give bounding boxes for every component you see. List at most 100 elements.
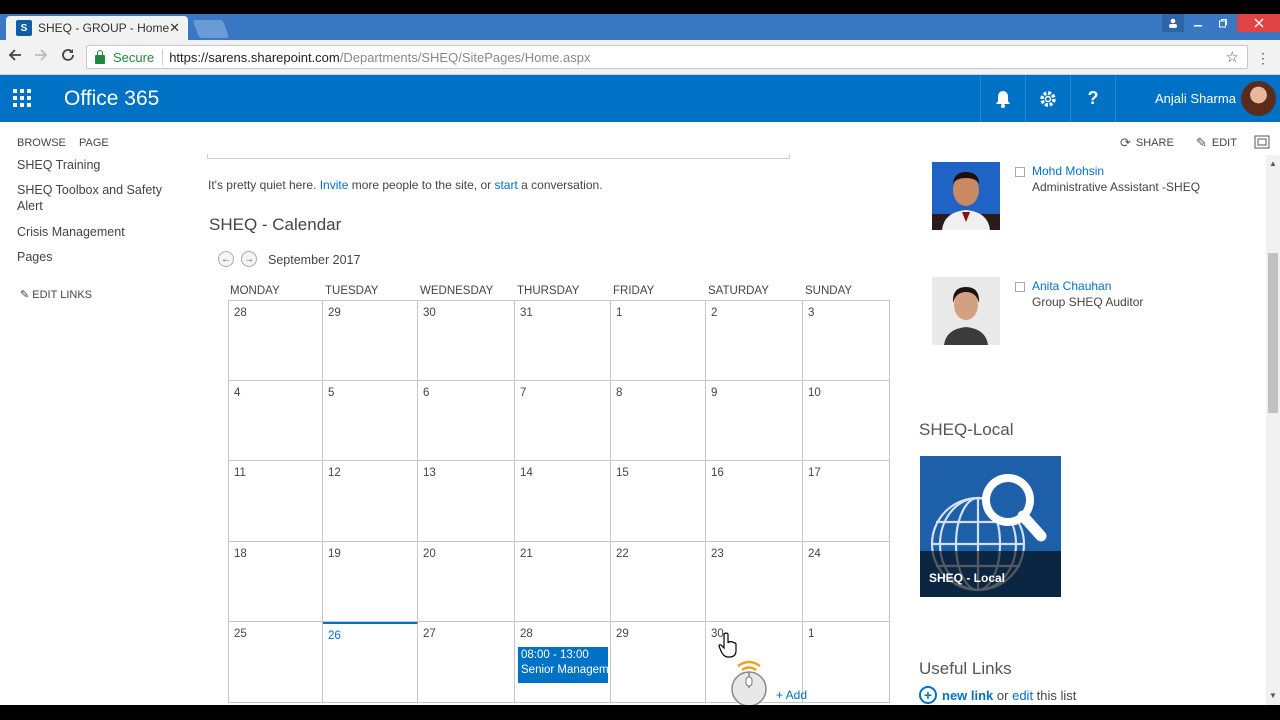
reload-icon[interactable]: [61, 48, 75, 67]
day-header-friday: FRIDAY: [613, 285, 655, 297]
calendar-day-number: 1: [616, 307, 623, 319]
settings-gear-icon[interactable]: [1025, 75, 1070, 122]
close-window-icon[interactable]: [1237, 14, 1280, 32]
app-launcher-icon[interactable]: [13, 89, 31, 107]
calendar-day-cell[interactable]: 21: [515, 541, 611, 622]
focus-on-content-icon[interactable]: [1254, 135, 1270, 149]
nav-item-sheq-training[interactable]: SHEQ Training: [17, 157, 167, 173]
calendar-day-cell[interactable]: 5: [323, 380, 418, 461]
calendar-day-cell[interactable]: 17: [803, 461, 890, 542]
notifications-bell-icon[interactable]: [980, 75, 1025, 122]
scroll-up-arrow-icon[interactable]: ▲: [1269, 159, 1277, 168]
calendar-day-cell[interactable]: 30: [418, 300, 515, 381]
new-link-link[interactable]: new link: [942, 688, 993, 703]
browser-menu-icon[interactable]: ⋮: [1256, 50, 1270, 67]
calendar-day-cell[interactable]: 8: [611, 380, 706, 461]
calendar-day-cell[interactable]: 16: [706, 461, 803, 542]
calendar-day-number: 22: [616, 547, 629, 560]
bookmark-star-icon[interactable]: ☆: [1226, 48, 1239, 66]
contact-name-2[interactable]: Anita Chauhan: [1032, 279, 1111, 293]
calendar-day-number: 21: [520, 547, 533, 560]
calendar-day-cell[interactable]: 10: [803, 380, 890, 461]
minimize-icon[interactable]: [1188, 14, 1208, 32]
nav-item-sheq-toolbox[interactable]: SHEQ Toolbox and Safety Alert: [17, 182, 167, 214]
user-avatar[interactable]: [1241, 81, 1276, 116]
calendar-day-cell[interactable]: 18: [228, 541, 323, 622]
add-event-link[interactable]: + Add: [776, 688, 807, 702]
edit-list-link[interactable]: edit: [1012, 688, 1033, 703]
calendar-day-cell[interactable]: 20: [418, 541, 515, 622]
calendar-day-number: 23: [711, 547, 724, 560]
calendar-day-cell[interactable]: 24: [803, 541, 890, 622]
invite-link[interactable]: Invite: [320, 178, 349, 192]
calendar-day-cell[interactable]: 3: [803, 300, 890, 381]
calendar-day-cell[interactable]: 1: [803, 622, 890, 703]
calendar-day-cell[interactable]: 2: [706, 300, 803, 381]
edit-links-button[interactable]: ✎ EDIT LINKS: [20, 288, 92, 301]
calendar-day-cell[interactable]: 28: [228, 300, 323, 381]
contact-name-1[interactable]: Mohd Mohsin: [1032, 164, 1104, 178]
office365-brand[interactable]: Office 365: [64, 87, 159, 111]
this-list-text: this list: [1033, 687, 1077, 703]
calendar-day-cell[interactable]: 26: [323, 622, 418, 703]
user-name[interactable]: Anjali Sharma: [1155, 91, 1236, 106]
tab-title: SHEQ - GROUP - Home: [38, 21, 170, 35]
start-link[interactable]: start: [494, 178, 517, 192]
calendar-event[interactable]: 08:00 - 13:00 Senior Managem: [517, 646, 609, 684]
ribbon-tab-page[interactable]: PAGE: [79, 137, 109, 149]
help-icon[interactable]: ?: [1070, 75, 1115, 122]
calendar-day-cell[interactable]: 6: [418, 380, 515, 461]
calendar-day-cell[interactable]: 23: [706, 541, 803, 622]
calendar-day-cell[interactable]: 7: [515, 380, 611, 461]
address-bar[interactable]: Secure https://sarens.sharepoint.com /De…: [86, 45, 1248, 69]
contact-photo-1[interactable]: [932, 162, 1000, 235]
next-month-arrow-icon[interactable]: →: [241, 251, 257, 267]
nav-item-crisis-management[interactable]: Crisis Management: [17, 224, 167, 240]
back-arrow-icon[interactable]: [8, 48, 22, 67]
ribbon-tab-browse[interactable]: BROWSE: [17, 137, 66, 149]
calendar-day-cell[interactable]: 4: [228, 380, 323, 461]
share-button[interactable]: ⟳ SHARE: [1120, 135, 1174, 151]
browser-tab[interactable]: S SHEQ - GROUP - Home ✕: [6, 16, 188, 40]
calendar-day-cell[interactable]: 29: [611, 622, 706, 703]
event-title: Senior Managem: [521, 664, 609, 676]
calendar-day-number: 8: [616, 386, 623, 399]
calendar-title[interactable]: SHEQ - Calendar: [209, 215, 341, 235]
calendar-day-cell[interactable]: 15: [611, 461, 706, 542]
calendar-day-cell[interactable]: 14: [515, 461, 611, 542]
sheq-local-tile[interactable]: SHEQ - Local: [920, 456, 1061, 597]
calendar-day-cell[interactable]: 9: [706, 380, 803, 461]
restore-icon[interactable]: [1213, 14, 1233, 32]
calendar-day-cell[interactable]: 29: [323, 300, 418, 381]
edit-links-label: EDIT LINKS: [32, 289, 92, 301]
calendar-day-number: 16: [711, 467, 724, 479]
mouse-click-indicator-icon: [731, 660, 767, 706]
useful-links-title: Useful Links: [919, 659, 1012, 678]
edit-button[interactable]: ✎ EDIT: [1196, 135, 1237, 151]
prev-month-arrow-icon[interactable]: ←: [218, 251, 234, 267]
add-link-plus-icon[interactable]: +: [919, 686, 937, 704]
new-tab-button[interactable]: [192, 20, 230, 38]
tab-close-icon[interactable]: ✕: [169, 20, 180, 36]
profile-icon[interactable]: [1162, 14, 1184, 32]
calendar-day-number: 5: [328, 386, 335, 399]
calendar-day-cell[interactable]: 31: [515, 300, 611, 381]
scrollbar-thumb[interactable]: [1268, 253, 1278, 413]
contact-photo-2[interactable]: [932, 277, 1000, 350]
page-scrollbar[interactable]: ▲ ▼: [1266, 155, 1280, 705]
calendar-day-cell[interactable]: 19: [323, 541, 418, 622]
calendar-day-number: 20: [423, 547, 436, 560]
newsfeed-box[interactable]: [207, 154, 790, 159]
calendar-day-cell[interactable]: 13: [418, 461, 515, 542]
calendar-day-cell[interactable]: 12: [323, 461, 418, 542]
forward-arrow-icon[interactable]: [34, 48, 48, 67]
calendar-day-cell[interactable]: 11: [228, 461, 323, 542]
nav-item-pages[interactable]: Pages: [17, 249, 167, 265]
calendar-day-cell[interactable]: 1: [611, 300, 706, 381]
scroll-down-arrow-icon[interactable]: ▼: [1269, 691, 1277, 700]
calendar-day-cell[interactable]: 25: [228, 622, 323, 703]
calendar-day-cell[interactable]: 22: [611, 541, 706, 622]
calendar-day-cell[interactable]: 27: [418, 622, 515, 703]
lock-icon: [95, 49, 105, 64]
quiet-text-mid: more people to the site, or: [348, 178, 495, 192]
